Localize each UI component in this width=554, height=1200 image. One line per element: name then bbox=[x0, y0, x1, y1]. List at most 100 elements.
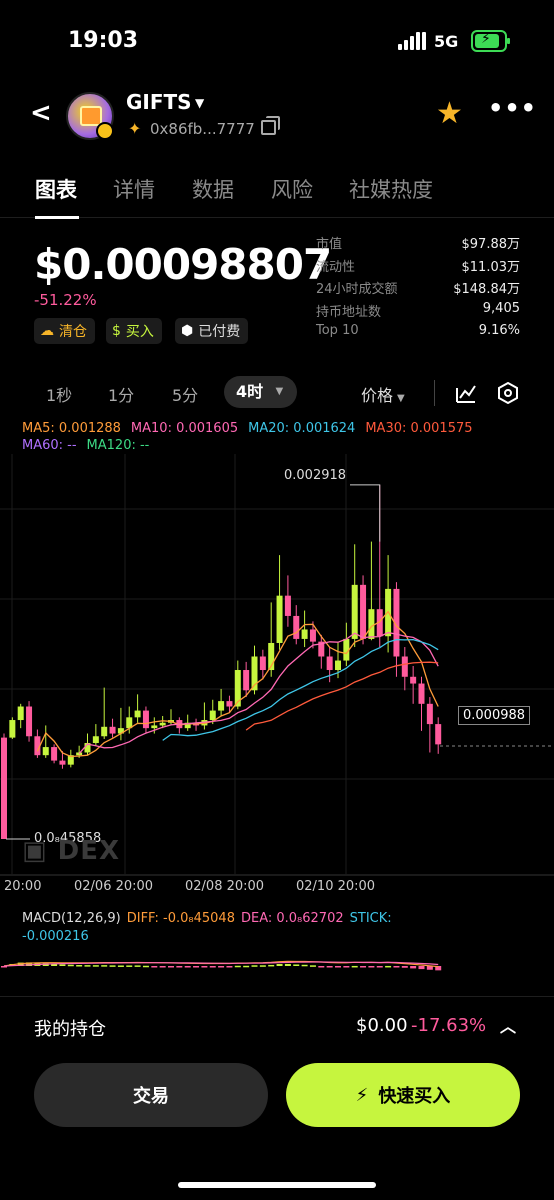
interval-1m[interactable]: 1分 bbox=[108, 382, 134, 406]
dex-watermark: ▣ DEX bbox=[22, 836, 121, 866]
macd-bar bbox=[168, 966, 174, 968]
stat-value: 9,405 bbox=[482, 300, 520, 316]
current-price-label: 0.000988 bbox=[458, 706, 531, 725]
candle-body bbox=[26, 706, 33, 737]
star-icon[interactable]: ★ bbox=[436, 96, 463, 131]
tab-social[interactable]: 社媒热度 bbox=[349, 174, 433, 204]
macd-bar bbox=[92, 965, 99, 967]
macd-bar bbox=[243, 965, 250, 968]
holdings-pct: -17.63% bbox=[411, 1015, 487, 1036]
back-icon[interactable]: < bbox=[30, 98, 52, 128]
settings-icon[interactable] bbox=[497, 382, 519, 404]
candle-body bbox=[360, 584, 367, 639]
interval-5m[interactable]: 5分 bbox=[172, 382, 198, 406]
macd-bar bbox=[184, 966, 191, 968]
tab-bar: 图表 详情 数据 风险 社媒热度 bbox=[0, 164, 554, 219]
high-marker-line bbox=[350, 484, 381, 542]
x-axis-label: 02/06 20:00 bbox=[74, 879, 154, 894]
candle-body bbox=[159, 722, 166, 726]
paid-chip[interactable]: ⬢ 已付费 bbox=[175, 318, 249, 344]
macd-bar bbox=[251, 965, 258, 967]
interval-bar: 1秒 1分 5分 4时 ▼ 价格 ▼ bbox=[0, 374, 554, 412]
ma-line bbox=[78, 631, 439, 755]
macd-bar bbox=[59, 964, 66, 966]
copy-icon[interactable] bbox=[261, 116, 280, 135]
stat-key: 24小时成交额 bbox=[316, 282, 398, 297]
candle-body bbox=[309, 629, 316, 642]
ma120-label: MA120: -- bbox=[86, 438, 150, 453]
candle-body bbox=[218, 701, 225, 711]
macd-bar bbox=[318, 966, 325, 968]
candle-body bbox=[226, 701, 233, 707]
interval-4h[interactable]: 4时 ▼ bbox=[224, 376, 298, 408]
candle-body bbox=[101, 726, 108, 737]
macd-bar bbox=[376, 966, 383, 968]
interval-label: 4时 bbox=[236, 382, 264, 401]
trade-button[interactable]: 交易 bbox=[34, 1063, 268, 1127]
caret-down-icon: ▼ bbox=[397, 393, 405, 404]
x-axis-label: 02/10 20:00 bbox=[296, 879, 376, 894]
macd-bar bbox=[268, 964, 275, 967]
candle-body bbox=[151, 725, 158, 729]
ma10-label: MA10: 0.001605 bbox=[130, 421, 239, 436]
stat-key: 流动性 bbox=[316, 259, 356, 275]
money-bag-icon: $ bbox=[112, 323, 121, 339]
tab-data[interactable]: 数据 bbox=[192, 174, 234, 204]
token-address: 0x86fb...7777 bbox=[150, 120, 255, 138]
ma-legend: MA5: 0.001288 MA10: 0.001605 MA20: 0.00162… bbox=[22, 420, 542, 454]
token-name[interactable]: GIFTS bbox=[126, 90, 192, 114]
macd-name: MACD(12,26,9) bbox=[22, 911, 121, 926]
tab-risk[interactable]: 风险 bbox=[271, 174, 313, 204]
ma60-label: MA60: -- bbox=[22, 438, 77, 453]
battery-icon: ⚡ bbox=[471, 30, 510, 52]
macd-bar bbox=[226, 966, 233, 968]
caret-down-icon: ▼ bbox=[275, 386, 284, 397]
macd-bar bbox=[326, 966, 333, 968]
stat-row: 流动性 $11.03万 bbox=[316, 256, 520, 279]
more-icon[interactable]: ••• bbox=[488, 94, 537, 122]
caret-down-icon[interactable]: ▼ bbox=[195, 96, 204, 110]
tab-chart[interactable]: 图表 bbox=[35, 174, 77, 204]
watermark-text: DEX bbox=[57, 836, 121, 866]
macd-bar bbox=[193, 966, 200, 968]
buy-chip[interactable]: $ 买入 bbox=[106, 318, 162, 344]
ma-line bbox=[245, 661, 439, 731]
macd-bar bbox=[159, 966, 166, 968]
trade-label: 交易 bbox=[133, 1086, 169, 1107]
token-avatar bbox=[66, 92, 114, 140]
macd-bar bbox=[151, 966, 158, 968]
candle-body bbox=[109, 726, 116, 734]
macd-bar bbox=[76, 965, 83, 967]
quick-buy-button[interactable]: ⚡ 快速买入 bbox=[286, 1063, 520, 1127]
holdings-label: 我的持仓 bbox=[34, 1019, 106, 1040]
holdings-bar[interactable]: 我的持仓 $0.00 -17.63% ︿ bbox=[0, 996, 554, 1052]
candle-body bbox=[276, 595, 283, 643]
candle-body bbox=[418, 683, 425, 704]
macd-bar bbox=[117, 965, 124, 967]
candle-body bbox=[335, 660, 341, 671]
stat-row: 市值 $97.88万 bbox=[316, 233, 520, 256]
chevron-up-icon[interactable]: ︿ bbox=[500, 1013, 516, 1037]
macd-bar bbox=[218, 966, 225, 968]
macd-bar bbox=[276, 964, 283, 966]
candle-body bbox=[134, 710, 141, 718]
price-type-label: 价格 bbox=[361, 386, 394, 405]
stat-key: Top 10 bbox=[316, 323, 359, 338]
macd-bar bbox=[101, 965, 108, 967]
macd-bar bbox=[343, 966, 350, 968]
macd-bar bbox=[67, 964, 74, 967]
paid-badge-icon: ⬢ bbox=[181, 323, 194, 339]
price-change: -51.22% bbox=[34, 291, 97, 309]
tab-details[interactable]: 详情 bbox=[113, 174, 155, 204]
macd-bar bbox=[393, 966, 400, 968]
high-price-label: 0.002918 bbox=[284, 468, 347, 483]
stat-key: 持币地址数 bbox=[316, 304, 382, 320]
stat-value: $11.03万 bbox=[461, 259, 521, 275]
macd-bar bbox=[368, 966, 375, 968]
indicator-icon[interactable] bbox=[455, 382, 477, 404]
macd-bar bbox=[301, 964, 308, 967]
macd-bar bbox=[109, 965, 116, 967]
price-type-select[interactable]: 价格 ▼ bbox=[361, 382, 405, 406]
clear-position-chip[interactable]: ☁ 清仓 bbox=[34, 318, 95, 344]
interval-1s[interactable]: 1秒 bbox=[46, 382, 72, 406]
